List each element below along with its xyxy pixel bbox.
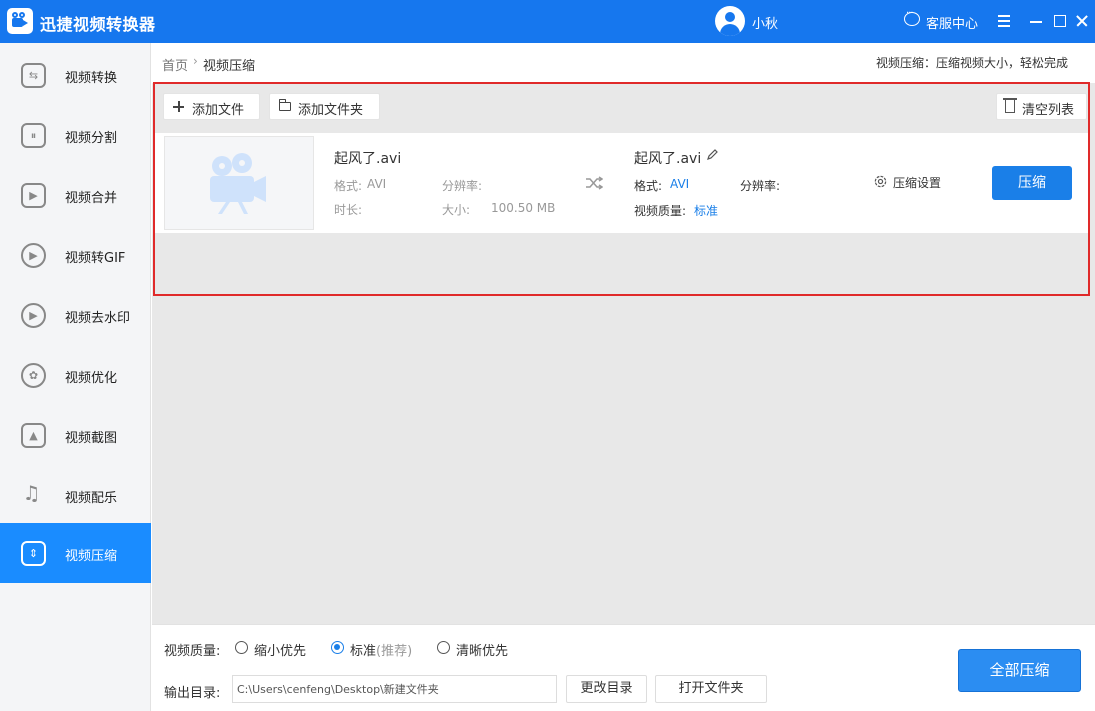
screenshot-icon: ▲ <box>21 423 46 448</box>
quality-option-standard-label[interactable]: 标准(推荐) <box>350 640 412 659</box>
quality-label: 视频质量: <box>164 644 221 659</box>
sidebar-item-merge[interactable]: ▶ 视频合并 <box>0 165 151 225</box>
sidebar-item-label: 视频优化 <box>65 371 118 386</box>
breadcrumb-separator: › <box>193 54 198 68</box>
minimize-icon[interactable] <box>1028 12 1044 30</box>
sidebar-item-split[interactable]: ⏸ 视频分割 <box>0 105 151 165</box>
quality-option-small-label[interactable]: 缩小优先 <box>254 640 306 659</box>
sidebar: ⇆ 视频转换 ⏸ 视频分割 ▶ 视频合并 ▶ 视频转GIF ▶ 视频去水印 ✿ … <box>0 43 151 711</box>
sidebar-item-gif[interactable]: ▶ 视频转GIF <box>0 225 151 285</box>
convert-icon: ⇆ <box>21 63 46 88</box>
user-name[interactable]: 小秋 <box>752 13 778 32</box>
output-dir-label: 输出目录: <box>164 686 221 701</box>
close-icon[interactable] <box>1074 12 1090 30</box>
sidebar-item-watermark[interactable]: ▶ 视频去水印 <box>0 285 151 345</box>
compress-all-button[interactable]: 全部压缩 <box>958 649 1081 692</box>
sidebar-item-optimize[interactable]: ✿ 视频优化 <box>0 345 151 405</box>
sidebar-item-convert[interactable]: ⇆ 视频转换 <box>0 45 151 105</box>
quality-radio-standard[interactable] <box>331 641 344 654</box>
quality-option-clear-label[interactable]: 清晰优先 <box>456 640 508 659</box>
app-logo-icon <box>7 8 33 34</box>
user-avatar-icon[interactable] <box>715 6 745 36</box>
sidebar-item-label: 视频合并 <box>65 191 118 206</box>
sidebar-item-label: 视频配乐 <box>65 491 118 506</box>
breadcrumb-current: 视频压缩 <box>203 59 256 74</box>
music-icon: ♫ <box>22 481 41 505</box>
customer-service-link[interactable]: 客服中心 <box>926 13 978 32</box>
sidebar-item-screenshot[interactable]: ▲ 视频截图 <box>0 405 151 465</box>
compress-icon: ⇕ <box>21 541 46 566</box>
breadcrumb-home[interactable]: 首页 <box>162 55 188 74</box>
sidebar-item-label: 视频转换 <box>65 71 118 86</box>
merge-icon: ▶ <box>21 183 46 208</box>
chat-icon[interactable] <box>904 8 920 26</box>
menu-icon[interactable] <box>996 12 1012 30</box>
quality-radio-clear[interactable] <box>437 641 450 654</box>
sidebar-item-label: 视频截图 <box>65 431 118 446</box>
sidebar-item-label: 视频分割 <box>65 131 118 146</box>
sidebar-item-music[interactable]: ♫ 视频配乐 <box>0 465 151 525</box>
sidebar-item-label: 视频转GIF <box>65 251 126 266</box>
gif-icon: ▶ <box>21 243 46 268</box>
change-dir-button[interactable]: 更改目录 <box>566 675 647 703</box>
highlight-frame <box>153 82 1090 296</box>
recommended-hint: (推荐) <box>376 644 413 659</box>
page-tagline: 视频压缩：压缩视频大小，轻松完成 <box>876 56 1069 70</box>
output-path-input[interactable] <box>232 675 557 703</box>
optimize-icon: ✿ <box>21 363 46 388</box>
maximize-icon[interactable] <box>1052 12 1068 30</box>
split-icon: ⏸ <box>21 123 46 148</box>
app-title: 迅捷视频转换器 <box>40 15 156 34</box>
sidebar-item-label: 视频去水印 <box>65 311 131 326</box>
sidebar-item-label: 视频压缩 <box>65 549 118 564</box>
watermark-icon: ▶ <box>21 303 46 328</box>
open-folder-button[interactable]: 打开文件夹 <box>655 675 767 703</box>
sidebar-item-compress[interactable]: ⇕ 视频压缩 <box>0 523 151 583</box>
quality-radio-small[interactable] <box>235 641 248 654</box>
title-bar: 迅捷视频转换器 小秋 客服中心 <box>0 0 1095 43</box>
